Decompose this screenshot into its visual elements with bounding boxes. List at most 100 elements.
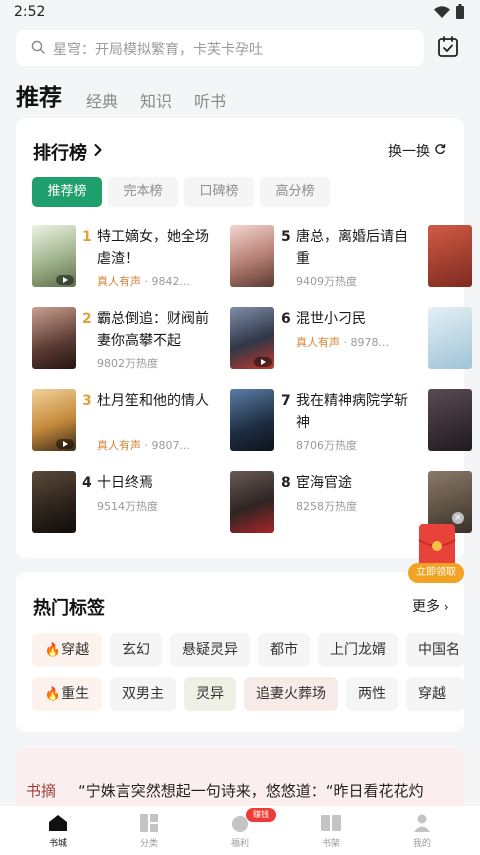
book-title[interactable]: 宦海官途: [296, 472, 418, 494]
voice-badge: 真人有声: [97, 439, 141, 452]
play-icon: [56, 275, 74, 285]
tag-chip[interactable]: 两性: [346, 677, 398, 711]
book-title[interactable]: 混世小刁民: [296, 308, 418, 330]
search-placeholder[interactable]: 星穹：开局模拟繁育，卡芙卡孕吐: [53, 39, 263, 59]
tag-chip[interactable]: 双男主: [110, 677, 176, 711]
chip-reputation-rank[interactable]: 口碑榜: [184, 177, 254, 207]
nav-category[interactable]: 分类: [119, 806, 179, 855]
nav-label: 书架: [321, 839, 340, 849]
rank-number: 6: [281, 311, 291, 327]
book-cover[interactable]: [230, 471, 274, 533]
refresh-icon[interactable]: [434, 143, 446, 155]
tag-chip[interactable]: 灵异: [184, 677, 236, 711]
rank-number: 8: [281, 475, 291, 491]
book-cover[interactable]: [230, 389, 274, 451]
tag-chip[interactable]: 穿越: [406, 677, 464, 711]
voice-badge: 真人有声: [97, 275, 141, 288]
tag-chip[interactable]: 🔥穿越: [32, 633, 102, 667]
book-title[interactable]: 唐总，离婚后请自重: [296, 226, 418, 270]
rank-number: 1: [82, 229, 92, 245]
red-packet-claim-button[interactable]: 立即领取: [408, 563, 464, 583]
search-icon: [31, 40, 45, 54]
tab-recommend[interactable]: 推荐: [16, 78, 62, 112]
book-meta: 真人有声 · 9807...: [97, 437, 190, 453]
profile-icon: [414, 814, 430, 832]
tag-chip[interactable]: 上门龙婿: [318, 633, 398, 667]
status-time: 2:52: [14, 4, 46, 20]
heat-text: 8706万热度: [296, 439, 357, 452]
rank-number: 5: [281, 229, 291, 245]
chip-recommend-rank[interactable]: 推荐榜: [32, 177, 102, 207]
nav-profile[interactable]: 我的: [392, 806, 452, 855]
more-tags-button[interactable]: 更多 ›: [412, 596, 449, 616]
heat-text: · 8978...: [340, 336, 389, 349]
book-meta: 真人有声 · 8978...: [296, 334, 389, 350]
tag-chip[interactable]: 玄幻: [110, 633, 162, 667]
heat-text: · 9807...: [141, 439, 190, 452]
tag-chip[interactable]: 中国名: [406, 633, 464, 667]
tag-chip[interactable]: 🔥重生: [32, 677, 102, 711]
ranking-title[interactable]: 排行榜: [33, 139, 87, 165]
heat-text: · 9842...: [141, 275, 190, 288]
voice-badge: 真人有声: [296, 336, 340, 349]
tag-chip[interactable]: 都市: [258, 633, 310, 667]
book-cover[interactable]: [230, 225, 274, 287]
tag-label: 重生: [61, 686, 90, 702]
hot-tags-title: 热门标签: [33, 598, 105, 619]
chip-highscore-rank[interactable]: 高分榜: [260, 177, 330, 207]
rank-number: 3: [82, 393, 92, 409]
tag-chip[interactable]: 悬疑灵异: [170, 633, 250, 667]
play-icon: [56, 439, 74, 449]
battery-icon: [456, 4, 464, 19]
nav-bookstore[interactable]: 书城: [28, 806, 88, 855]
nav-label: 书城: [48, 839, 67, 849]
earn-badge: 赚钱: [246, 808, 276, 822]
book-cover[interactable]: [230, 307, 274, 369]
chevron-right-icon[interactable]: [93, 143, 103, 157]
nav-label: 我的: [412, 839, 431, 849]
book-title[interactable]: 十日终焉: [97, 472, 219, 494]
tag-chip[interactable]: 追妻火葬场: [244, 677, 338, 711]
nav-bookshelf[interactable]: 书架: [301, 806, 361, 855]
fire-icon: 🔥: [44, 643, 62, 658]
book-cover[interactable]: [32, 225, 76, 287]
nav-label: 福利: [230, 839, 249, 849]
book-title[interactable]: 我在精神病院学斩神: [296, 390, 418, 434]
book-title[interactable]: 霸总倒追：财阀前妻你高攀不起: [97, 308, 219, 352]
book-meta: 真人有声 · 9842...: [97, 273, 190, 289]
wifi-icon: [434, 6, 450, 18]
book-cover[interactable]: [32, 471, 76, 533]
rank-number: 4: [82, 475, 92, 491]
book-title[interactable]: 杜月笙和他的情人: [97, 390, 219, 412]
heat-text: 9409万热度: [296, 275, 357, 288]
book-cover[interactable]: [32, 389, 76, 451]
nav-welfare[interactable]: 福利 赚钱: [210, 806, 276, 855]
book-cover[interactable]: [428, 307, 472, 369]
fire-icon: 🔥: [44, 687, 62, 702]
more-label[interactable]: 更多: [412, 599, 440, 615]
calendar-check-icon[interactable]: [436, 35, 460, 59]
play-icon: [254, 357, 272, 367]
rank-number: 2: [82, 311, 92, 327]
book-cover[interactable]: [32, 307, 76, 369]
bookshelf-icon: [321, 815, 341, 831]
book-cover[interactable]: [428, 389, 472, 451]
category-icon: [140, 814, 158, 832]
tab-classic[interactable]: 经典: [86, 88, 118, 112]
chip-finished-rank[interactable]: 完本榜: [108, 177, 178, 207]
tab-knowledge[interactable]: 知识: [140, 88, 172, 112]
tab-audiobook[interactable]: 听书: [194, 88, 226, 112]
tag-label: 穿越: [61, 642, 90, 658]
close-icon[interactable]: ×: [452, 512, 464, 524]
heat-text: 9802万热度: [97, 357, 158, 370]
chevron-right-icon: ›: [440, 600, 449, 614]
refresh-button[interactable]: 换一换: [388, 141, 430, 161]
book-title[interactable]: 特工嫡女，她全场虐渣！: [97, 226, 219, 270]
status-bar: [0, 0, 480, 26]
rank-number: 7: [281, 393, 291, 409]
nav-label: 分类: [139, 839, 158, 849]
heat-text: 8258万热度: [296, 500, 357, 513]
excerpt-text[interactable]: “宁姝言突然想起一句诗来，悠悠道：“昨日看花花灼: [78, 780, 464, 801]
bookstore-icon: [49, 815, 67, 831]
book-cover[interactable]: [428, 225, 472, 287]
